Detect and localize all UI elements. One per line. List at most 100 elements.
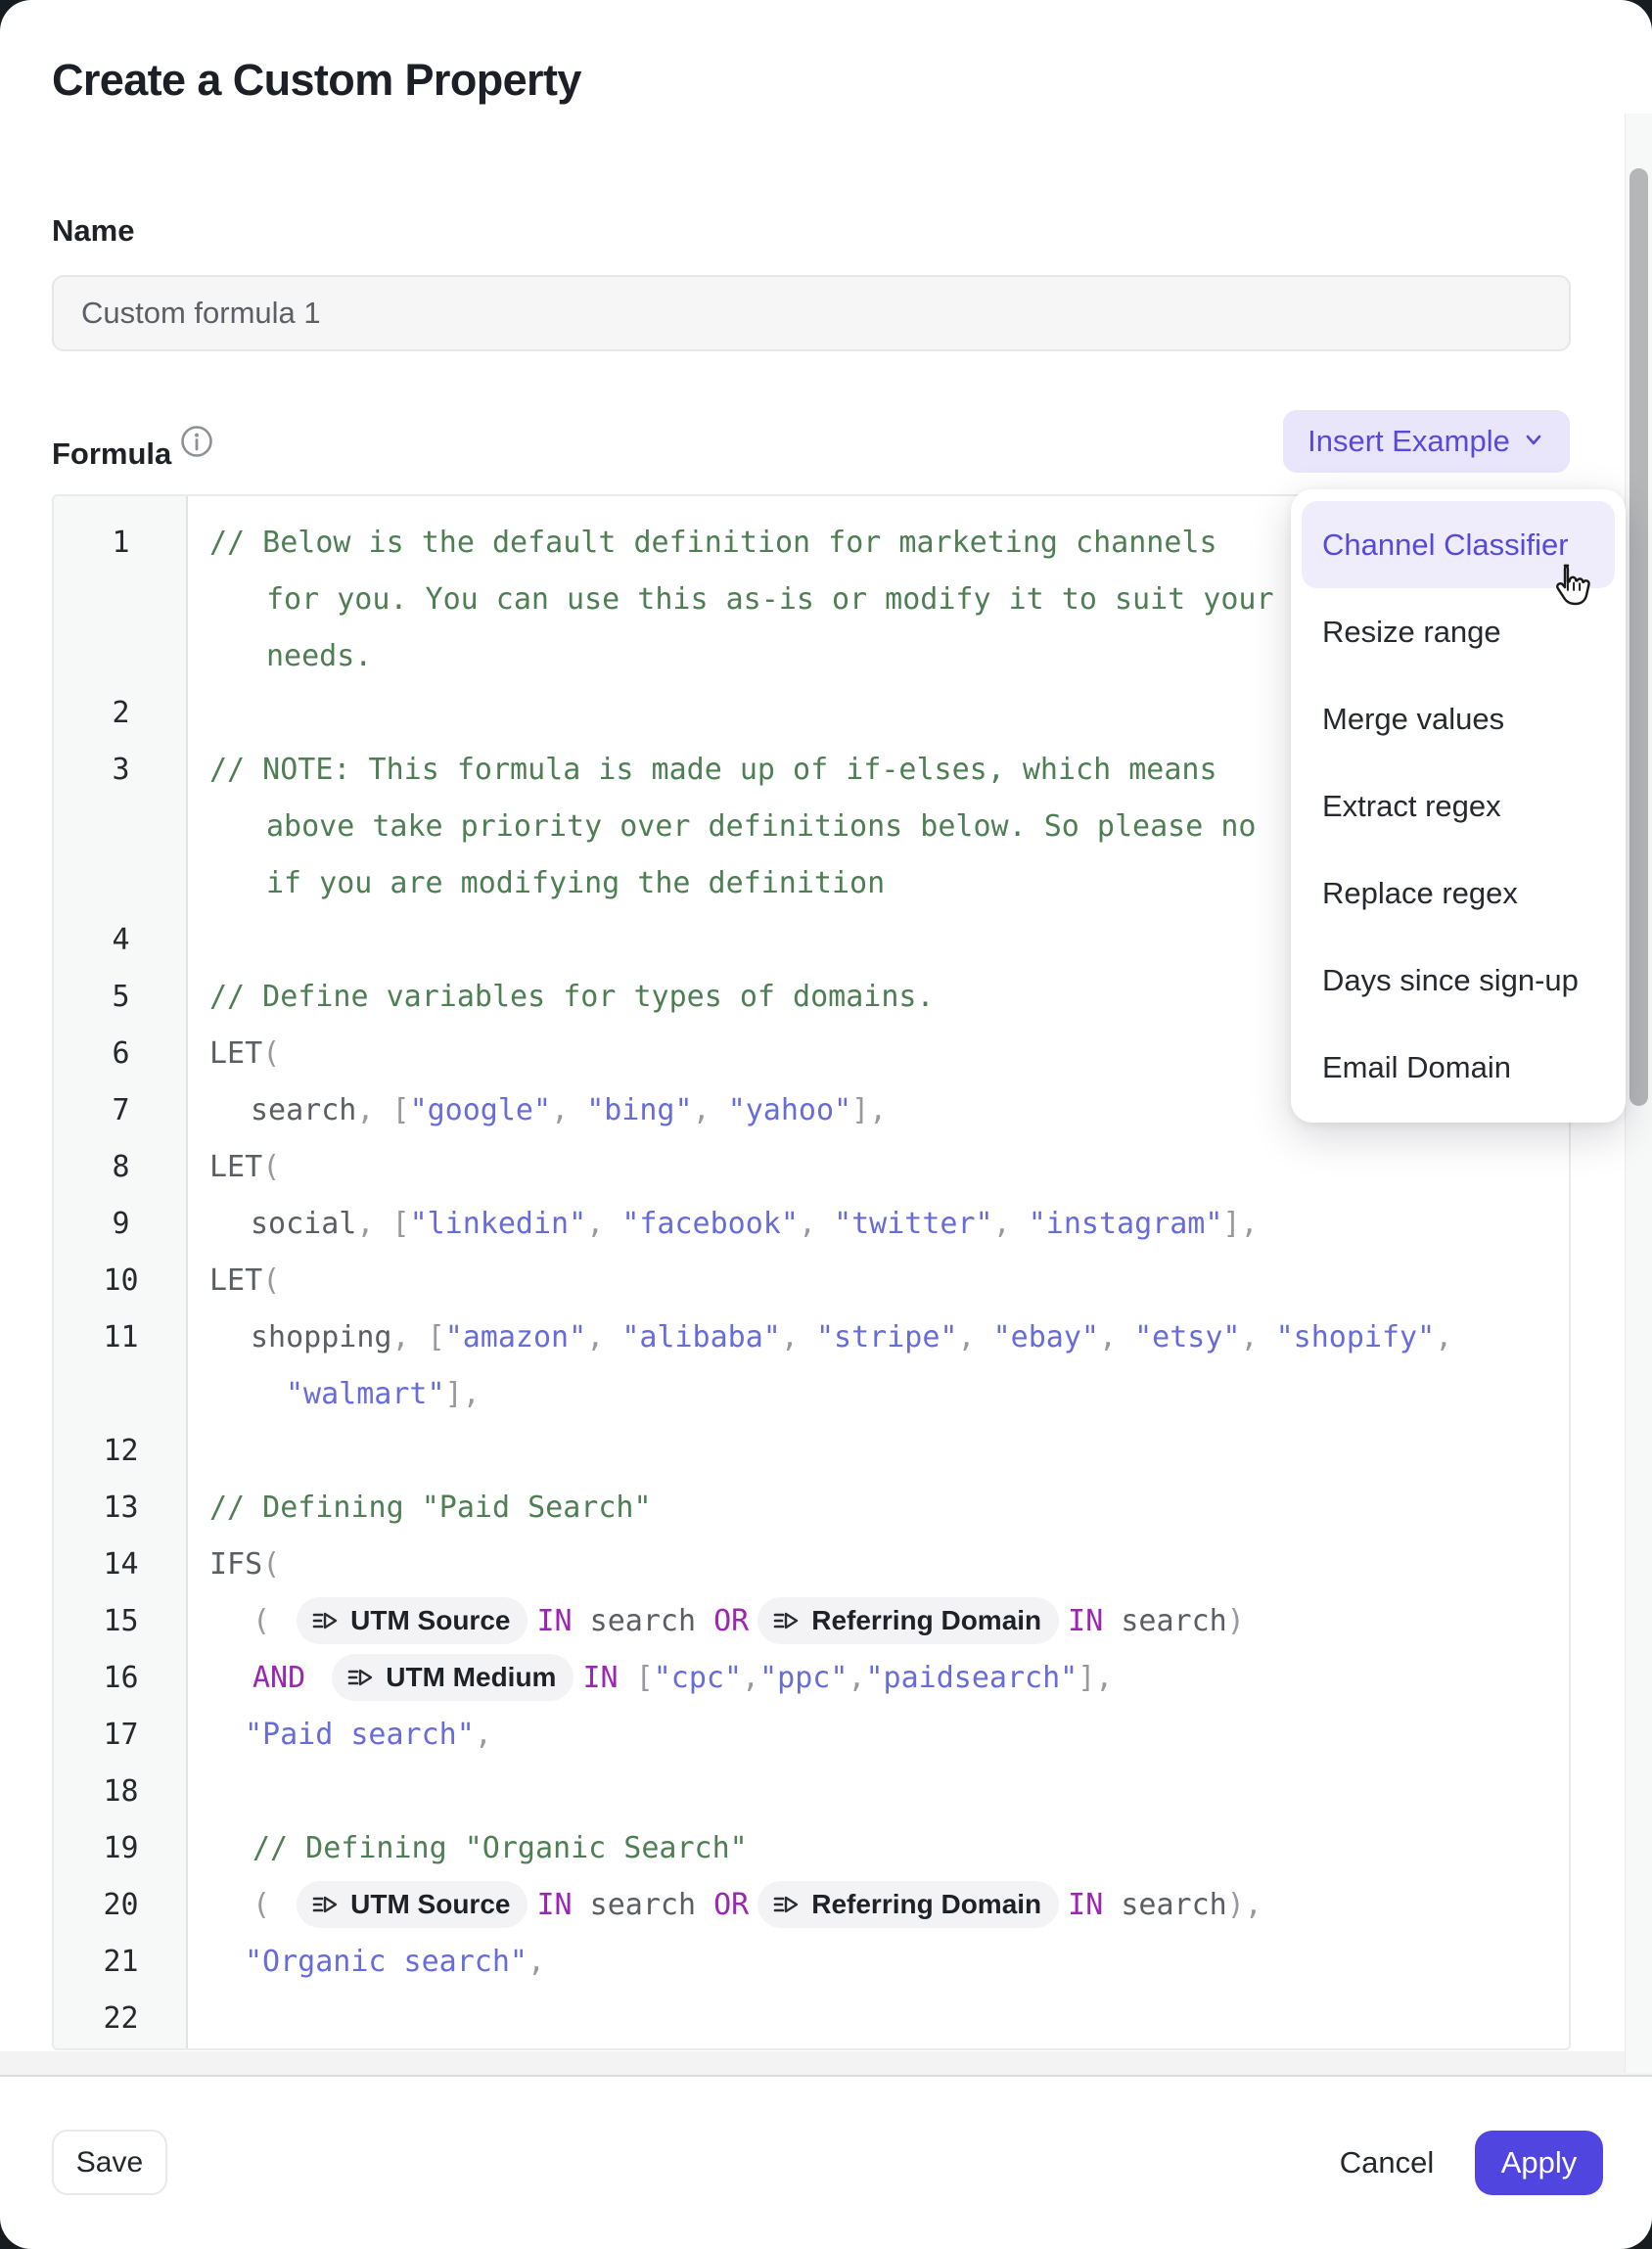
code-segment-kw: IN bbox=[536, 1604, 589, 1638]
code-segment-punct: ( bbox=[252, 1604, 288, 1638]
code-segment-str: "bing" bbox=[586, 1093, 692, 1127]
menu-item-resize-range[interactable]: Resize range bbox=[1302, 588, 1615, 675]
code-segment-id: LET bbox=[209, 1150, 262, 1184]
line-number: 12 bbox=[54, 1434, 188, 1468]
code-row: 8LET( bbox=[54, 1138, 1569, 1195]
field-token-label: UTM Source bbox=[350, 1605, 510, 1636]
modal-scrollbar-thumb[interactable] bbox=[1629, 168, 1648, 1106]
code-segment-punct: , bbox=[551, 1093, 586, 1127]
field-token-pill[interactable]: UTM Medium bbox=[332, 1654, 574, 1701]
code-line: needs. bbox=[188, 639, 372, 673]
menu-item-merge-values[interactable]: Merge values bbox=[1302, 675, 1615, 762]
line-number: 8 bbox=[54, 1150, 188, 1184]
save-button[interactable]: Save bbox=[52, 2130, 167, 2195]
code-line: "Organic search", bbox=[188, 1945, 545, 1979]
code-segment-str: "etsy" bbox=[1134, 1320, 1240, 1354]
line-number: 14 bbox=[54, 1547, 188, 1582]
line-number: 1 bbox=[54, 526, 188, 560]
code-segment-kw: IN bbox=[1068, 1888, 1121, 1922]
code-segment-str: "ppc" bbox=[759, 1661, 848, 1695]
code-segment-id: LET bbox=[209, 1036, 262, 1071]
field-token-icon bbox=[771, 1606, 801, 1635]
insert-example-menu: Channel ClassifierResize rangeMerge valu… bbox=[1291, 489, 1626, 1123]
code-segment-punct: ], bbox=[1078, 1661, 1113, 1695]
apply-button[interactable]: Apply bbox=[1475, 2131, 1603, 2195]
code-line: ( UTM SourceIN search ORReferring Domain… bbox=[188, 1597, 1245, 1644]
code-segment-kw: AND bbox=[252, 1661, 323, 1695]
code-segment-comment: for you. You can use this as-is or modif… bbox=[266, 582, 1274, 617]
code-line: LET( bbox=[188, 1036, 280, 1071]
line-number: 20 bbox=[54, 1888, 188, 1922]
code-segment-str: "ebay" bbox=[993, 1320, 1099, 1354]
code-segment-str: "Paid search" bbox=[245, 1718, 475, 1752]
code-segment-comment: // Below is the default definition for m… bbox=[209, 526, 1217, 560]
create-custom-property-modal: Create a Custom Property Name Formula In… bbox=[0, 0, 1652, 2249]
code-segment-str: "yahoo" bbox=[728, 1093, 851, 1127]
field-token-pill[interactable]: UTM Source bbox=[297, 1881, 528, 1928]
field-token-icon bbox=[310, 1890, 340, 1919]
code-line: above take priority over definitions bel… bbox=[188, 809, 1256, 844]
field-token-pill[interactable]: Referring Domain bbox=[757, 1597, 1059, 1644]
code-row: 14IFS( bbox=[54, 1536, 1569, 1592]
code-segment-str: "instagram" bbox=[1029, 1207, 1223, 1241]
line-number: 18 bbox=[54, 1774, 188, 1809]
code-segment-punct: , bbox=[848, 1661, 865, 1695]
code-line: IFS( bbox=[188, 1547, 280, 1582]
code-segment-punct: , bbox=[1435, 1320, 1452, 1354]
insert-example-label: Insert Example bbox=[1308, 424, 1510, 459]
menu-item-email-domain[interactable]: Email Domain bbox=[1302, 1024, 1615, 1111]
code-segment-punct: , bbox=[475, 1718, 492, 1752]
field-token-pill[interactable]: Referring Domain bbox=[757, 1881, 1059, 1928]
menu-item-extract-regex[interactable]: Extract regex bbox=[1302, 762, 1615, 849]
info-icon[interactable] bbox=[180, 425, 213, 458]
modal-scrollbar-track bbox=[1625, 114, 1652, 2073]
code-segment-comment: needs. bbox=[266, 639, 372, 673]
menu-item-replace-regex[interactable]: Replace regex bbox=[1302, 849, 1615, 937]
code-segment-comment: // Define variables for types of domains… bbox=[209, 980, 935, 1014]
line-number: 2 bbox=[54, 696, 188, 730]
code-segment-kw: IN bbox=[1068, 1604, 1121, 1638]
code-segment-str: "linkedin" bbox=[410, 1207, 587, 1241]
code-line: // Defining "Paid Search" bbox=[188, 1491, 652, 1525]
menu-item-days-since-sign-up[interactable]: Days since sign-up bbox=[1302, 937, 1615, 1024]
code-line: // Define variables for types of domains… bbox=[188, 980, 935, 1014]
code-segment-punct: , bbox=[528, 1945, 545, 1979]
code-segment-punct: ), bbox=[1227, 1888, 1262, 1922]
code-row: 17"Paid search", bbox=[54, 1706, 1569, 1763]
line-number: 3 bbox=[54, 753, 188, 787]
code-segment-comment: // Defining "Organic Search" bbox=[252, 1831, 748, 1865]
code-segment-id: search bbox=[1121, 1604, 1226, 1638]
formula-label: Formula bbox=[52, 436, 171, 472]
code-segment-punct: ( bbox=[262, 1263, 280, 1298]
field-token-icon bbox=[310, 1606, 340, 1635]
line-number: 5 bbox=[54, 980, 188, 1014]
field-token-pill[interactable]: UTM Source bbox=[297, 1597, 528, 1644]
line-number: 16 bbox=[54, 1661, 188, 1695]
code-segment-id: shopping bbox=[251, 1320, 392, 1354]
code-segment-punct: [ bbox=[636, 1661, 654, 1695]
cancel-button[interactable]: Cancel bbox=[1328, 2131, 1446, 2195]
chevron-down-icon bbox=[1522, 424, 1545, 459]
code-line: "Paid search", bbox=[188, 1718, 492, 1752]
code-segment-punct: , [ bbox=[356, 1207, 409, 1241]
line-number: 7 bbox=[54, 1093, 188, 1127]
line-number: 6 bbox=[54, 1036, 188, 1071]
code-segment-str: "google" bbox=[410, 1093, 552, 1127]
code-segment-id: search bbox=[251, 1093, 356, 1127]
code-segment-punct: ( bbox=[252, 1888, 288, 1922]
code-segment-punct: ( bbox=[262, 1036, 280, 1071]
code-segment-punct: , bbox=[958, 1320, 993, 1354]
insert-example-button[interactable]: Insert Example bbox=[1283, 410, 1570, 473]
code-line: // NOTE: This formula is made up of if-e… bbox=[188, 753, 1217, 787]
code-line: AND UTM MediumIN ["cpc","ppc","paidsearc… bbox=[188, 1654, 1113, 1701]
name-input[interactable] bbox=[52, 275, 1571, 351]
code-segment-str: "shopify" bbox=[1276, 1320, 1436, 1354]
code-segment-id: IFS bbox=[209, 1547, 262, 1582]
page-title: Create a Custom Property bbox=[52, 55, 581, 106]
code-segment-punct: , bbox=[1099, 1320, 1134, 1354]
code-line: LET( bbox=[188, 1150, 280, 1184]
code-segment-punct: ], bbox=[445, 1377, 481, 1411]
menu-item-channel-classifier[interactable]: Channel Classifier bbox=[1302, 501, 1615, 588]
code-segment-str: "paidsearch" bbox=[865, 1661, 1078, 1695]
code-row: 9social, ["linkedin", "facebook", "twitt… bbox=[54, 1195, 1569, 1252]
